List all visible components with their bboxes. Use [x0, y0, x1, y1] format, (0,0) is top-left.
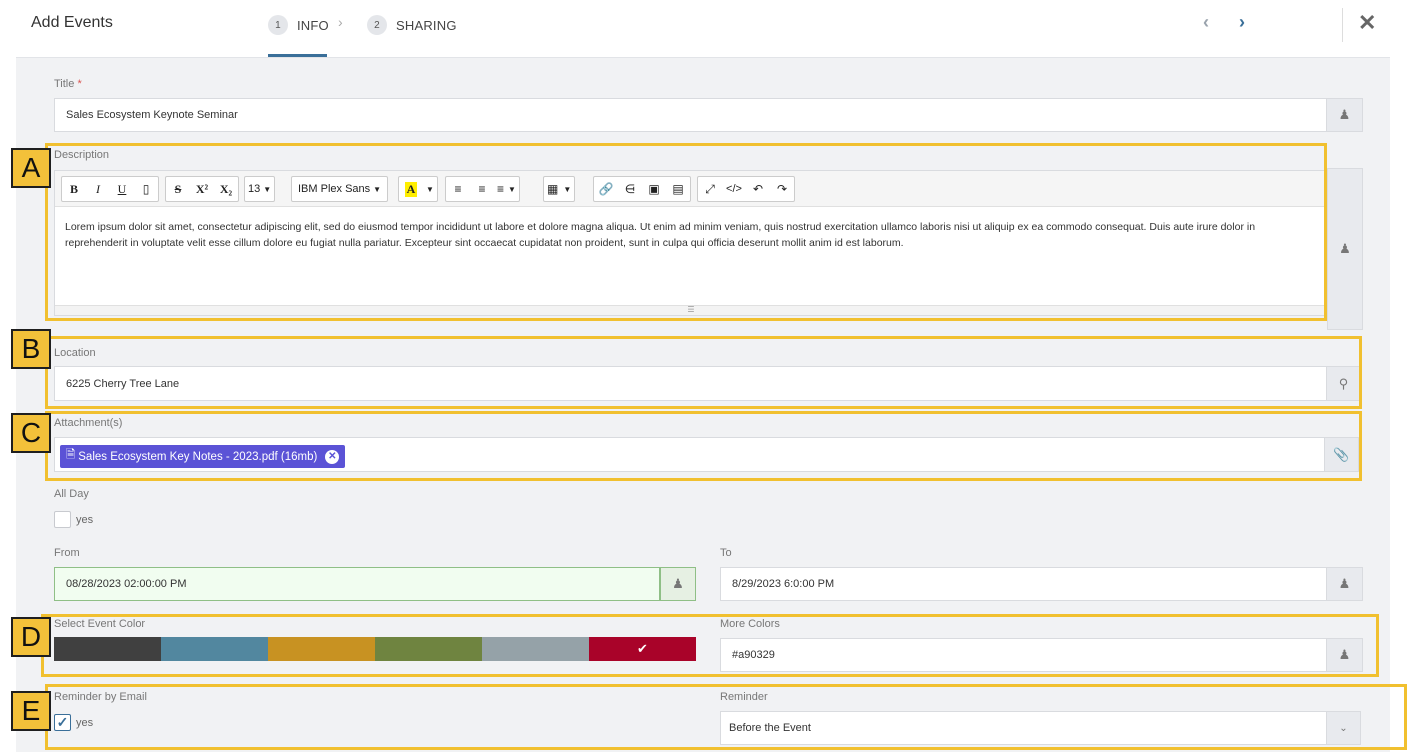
required-marker: *: [77, 78, 82, 90]
user-icon[interactable]: ♟: [1327, 98, 1363, 132]
from-input[interactable]: 08/28/2023 02:00:00 PM: [54, 567, 660, 601]
annotation-tag-a: A: [11, 148, 51, 188]
user-icon[interactable]: ♟: [1327, 567, 1363, 601]
step-sharing[interactable]: 2 SHARING: [367, 14, 457, 36]
annotation-box-a: [45, 143, 1327, 321]
step-label: SHARING: [396, 17, 457, 33]
user-icon[interactable]: ♟: [660, 567, 696, 601]
chevron-right-icon: ›: [338, 14, 343, 30]
close-icon[interactable]: ✕: [1358, 10, 1376, 36]
from-label: From: [54, 547, 80, 559]
title-input[interactable]: Sales Ecosystem Keynote Seminar: [54, 98, 1327, 132]
chevron-right-icon[interactable]: ›: [1239, 12, 1245, 33]
user-icon[interactable]: ♟: [1327, 168, 1363, 330]
dialog-title: Add Events: [31, 14, 113, 31]
annotation-box-b: [45, 336, 1362, 409]
all-day-option-label: yes: [76, 514, 94, 526]
step-number: 2: [367, 15, 387, 35]
to-label: To: [720, 547, 732, 559]
dialog-header: Add Events 1 INFO › 2 SHARING ‹ › ✕: [0, 0, 1408, 57]
annotation-tag-b: B: [11, 329, 51, 369]
annotation-tag-e: E: [11, 691, 51, 731]
annotation-box-c: [45, 411, 1362, 481]
chevron-left-icon[interactable]: ‹: [1203, 12, 1209, 33]
step-number: 1: [268, 15, 288, 35]
all-day-label: All Day: [54, 488, 89, 500]
annotation-box-d: [41, 614, 1379, 677]
annotation-tag-c: C: [11, 413, 51, 453]
title-label: Title *: [54, 78, 82, 90]
header-divider: [1342, 8, 1343, 42]
step-info[interactable]: 1 INFO: [268, 14, 329, 36]
to-input[interactable]: 8/29/2023 6:0:00 PM: [720, 567, 1327, 601]
all-day-checkbox[interactable]: [54, 511, 71, 528]
annotation-box-e: [45, 684, 1407, 750]
step-label: INFO: [297, 17, 329, 33]
annotation-tag-d: D: [11, 617, 51, 657]
